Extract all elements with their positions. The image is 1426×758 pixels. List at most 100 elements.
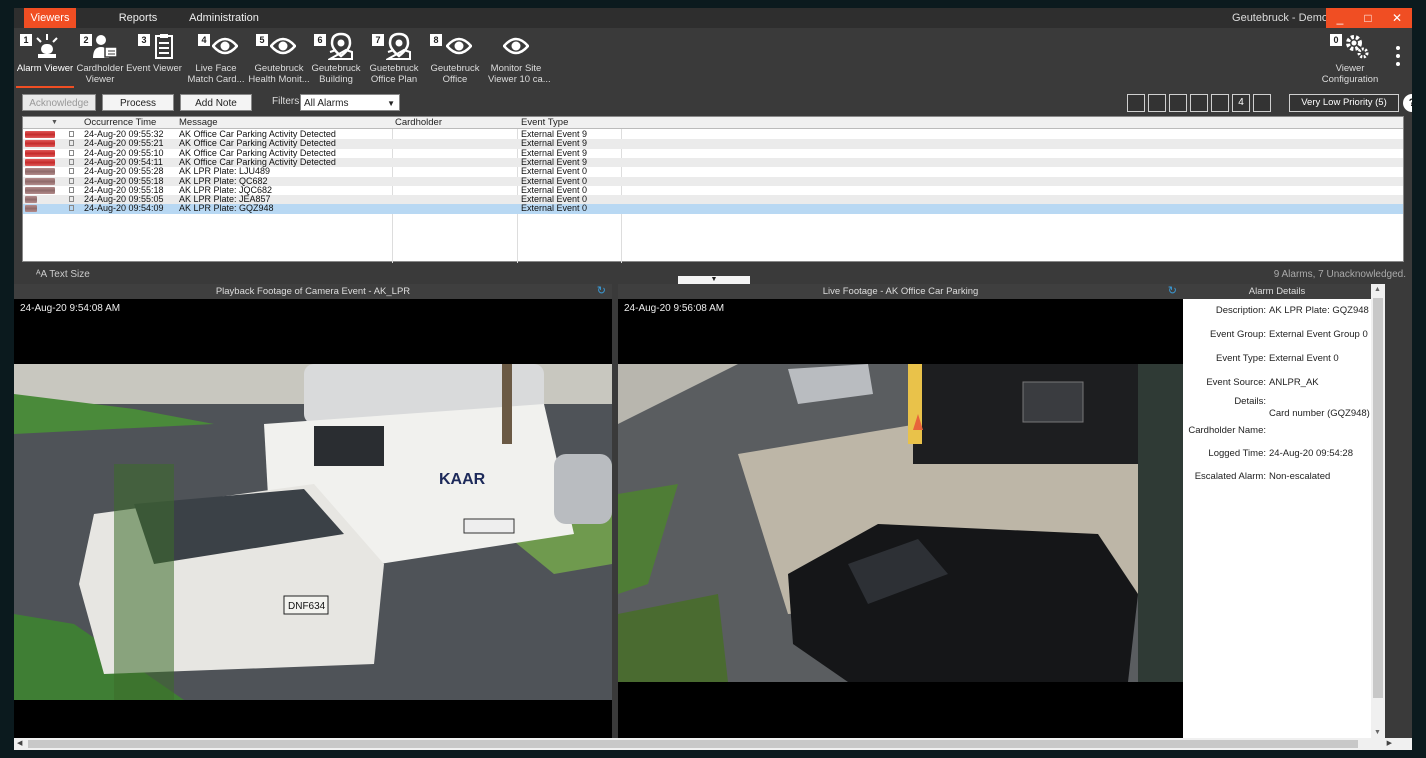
status-bar: ᴬA Text Size ▼ 9 Alarms, 7 Unacknowledge… <box>14 264 1412 284</box>
column-message[interactable]: Message <box>179 117 218 129</box>
severity-indicator <box>25 158 55 166</box>
alarm-toolbar: Acknowledge Process Add Note Filters: Al… <box>14 92 1412 114</box>
detail-label-description: Description: <box>1215 305 1266 316</box>
detail-value-logged-time: 24-Aug-20 09:54:28 <box>1269 448 1353 459</box>
ribbon-viewer-configuration[interactable]: 0 Viewer Configuration <box>1318 30 1382 88</box>
map-pin-icon <box>328 32 353 60</box>
severity-indicator <box>25 205 37 213</box>
note-icon <box>69 205 74 212</box>
minimize-button[interactable]: _ <box>1326 8 1354 28</box>
map-pin-icon <box>386 32 411 60</box>
ribbon-live-face-match[interactable]: 4 Live Face Match Card... <box>186 30 246 88</box>
ribbon-monitor-site-viewer[interactable]: Monitor Site Viewer 10 ca... <box>488 30 551 88</box>
playback-title: Playback Footage of Camera Event - AK_LP… <box>14 284 612 299</box>
detail-label-logged-time: Logged Time: <box>1208 448 1266 459</box>
clipboard-icon <box>155 34 173 59</box>
eye-icon <box>446 37 472 55</box>
tab-reports[interactable]: Reports <box>112 8 164 28</box>
priority-box-4[interactable] <box>1190 94 1208 112</box>
ribbon-label: Guetebruck Office Plan <box>369 63 419 85</box>
playback-panel[interactable]: Playback Footage of Camera Event - AK_LP… <box>14 284 612 738</box>
cell-message: AK LPR Plate: GQZ948 <box>179 203 274 214</box>
ribbon-cardholder-viewer[interactable]: 2 Cardholder Viewer <box>76 30 124 88</box>
ribbon-alarm-viewer[interactable]: 1 Alarm Viewer <box>14 30 76 88</box>
live-panel[interactable]: Live Footage - AK Office Car Parking ↻ 2… <box>618 284 1183 738</box>
ribbon-office-plan[interactable]: 7 Guetebruck Office Plan <box>368 30 420 88</box>
panel-gutter <box>1385 284 1412 738</box>
maximize-button[interactable]: □ <box>1354 8 1382 28</box>
ribbon-office[interactable]: 8 Geutebruck Office <box>428 30 482 88</box>
panel-splitter-handle[interactable]: ▼ <box>678 276 750 284</box>
ribbon-building[interactable]: 6 Geutebruck Building <box>310 30 362 88</box>
ribbon-health-monitor[interactable]: 5 Geutebruck Health Monit... <box>248 30 310 88</box>
refresh-icon[interactable]: ↻ <box>1168 284 1177 299</box>
help-icon[interactable]: ? <box>1403 94 1412 112</box>
filter-dropdown[interactable]: All Alarms ▼ <box>300 94 400 111</box>
table-row[interactable]: 24-Aug-20 09:54:09 AK LPR Plate: GQZ948 Ex… <box>23 203 1403 214</box>
priority-box-7[interactable] <box>1253 94 1271 112</box>
playback-camera-image: KAAR DNF634 <box>14 364 612 700</box>
filter-value: All Alarms <box>304 98 349 109</box>
process-button[interactable]: Process <box>102 94 174 111</box>
ribbon-label: Monitor Site Viewer 10 ca... <box>488 63 551 85</box>
severity-indicator <box>25 168 55 176</box>
refresh-icon[interactable]: ↻ <box>597 284 606 299</box>
alarm-details-panel: Alarm Details Description: AK LPR Plate:… <box>1183 284 1371 738</box>
priority-box-2[interactable] <box>1148 94 1166 112</box>
column-occurrence-time[interactable]: Occurrence Time <box>84 117 156 129</box>
ribbon-event-viewer[interactable]: 3 Event Viewer <box>126 30 182 88</box>
text-size-button[interactable]: ᴬA Text Size <box>36 269 90 280</box>
severity-indicator <box>25 149 55 157</box>
priority-box-6[interactable]: 4 <box>1232 94 1250 112</box>
priority-filter-button[interactable]: Very Low Priority (5) <box>1289 94 1399 112</box>
acknowledge-button[interactable]: Acknowledge <box>22 94 96 111</box>
alarm-beacon-icon <box>36 34 58 58</box>
severity-indicator <box>25 186 55 194</box>
ribbon-label: Live Face Match Card... <box>187 63 245 85</box>
shortcut-number: 6 <box>314 34 326 46</box>
live-camera-image <box>618 364 1183 682</box>
scroll-down-icon[interactable]: ▼ <box>1374 729 1381 736</box>
table-header: ▼ Occurrence Time Message Cardholder Eve… <box>23 117 1403 129</box>
scroll-thumb[interactable] <box>28 740 1358 748</box>
tab-viewers[interactable]: Viewers <box>24 8 76 28</box>
scroll-thumb[interactable] <box>1373 298 1383 698</box>
note-icon <box>69 177 74 184</box>
scroll-right-icon[interactable]: ▶ <box>1387 738 1392 750</box>
note-icon <box>69 140 74 147</box>
app-title: Geutebruck - Demo <box>1232 12 1328 24</box>
note-icon <box>69 158 74 165</box>
shortcut-number: 0 <box>1330 34 1342 46</box>
priority-box-5[interactable] <box>1211 94 1229 112</box>
horizontal-scrollbar[interactable]: ◀ ▶ <box>14 738 1412 750</box>
scroll-up-icon[interactable]: ▲ <box>1374 286 1381 293</box>
column-event-type[interactable]: Event Type <box>521 117 568 129</box>
detail-value-event-type: External Event 0 <box>1269 353 1339 364</box>
ribbon-label: Geutebruck Building <box>311 63 361 85</box>
tab-administration[interactable]: Administration <box>184 8 264 28</box>
priority-box-1[interactable] <box>1127 94 1145 112</box>
detail-label-event-type: Event Type: <box>1216 353 1266 364</box>
shortcut-number: 4 <box>198 34 210 46</box>
live-timestamp: 24-Aug-20 9:56:08 AM <box>624 303 725 314</box>
ribbon-label: Geutebruck Office <box>430 63 480 85</box>
detail-value-event-source: ANLPR_AK <box>1269 377 1319 388</box>
note-icon <box>69 131 74 137</box>
ribbon-label: Cardholder Viewer <box>76 63 124 85</box>
severity-indicator <box>25 131 55 138</box>
scroll-left-icon[interactable]: ◀ <box>17 738 22 750</box>
eye-icon <box>503 37 529 55</box>
close-button[interactable]: ✕ <box>1382 8 1412 28</box>
cell-event-type: External Event 0 <box>521 203 588 214</box>
details-scrollbar[interactable]: ▲ ▼ <box>1371 284 1385 738</box>
add-note-button[interactable]: Add Note <box>180 94 252 111</box>
column-cardholder[interactable]: Cardholder <box>395 117 442 129</box>
sort-chevron-icon[interactable]: ▼ <box>51 117 58 129</box>
more-options-icon[interactable] <box>1396 46 1400 70</box>
detail-label-details: Details: <box>1234 396 1266 407</box>
priority-box-3[interactable] <box>1169 94 1187 112</box>
ribbon-label: Event Viewer <box>126 63 182 74</box>
shortcut-number: 7 <box>372 34 384 46</box>
shortcut-number: 8 <box>430 34 442 46</box>
eye-icon <box>270 37 296 55</box>
